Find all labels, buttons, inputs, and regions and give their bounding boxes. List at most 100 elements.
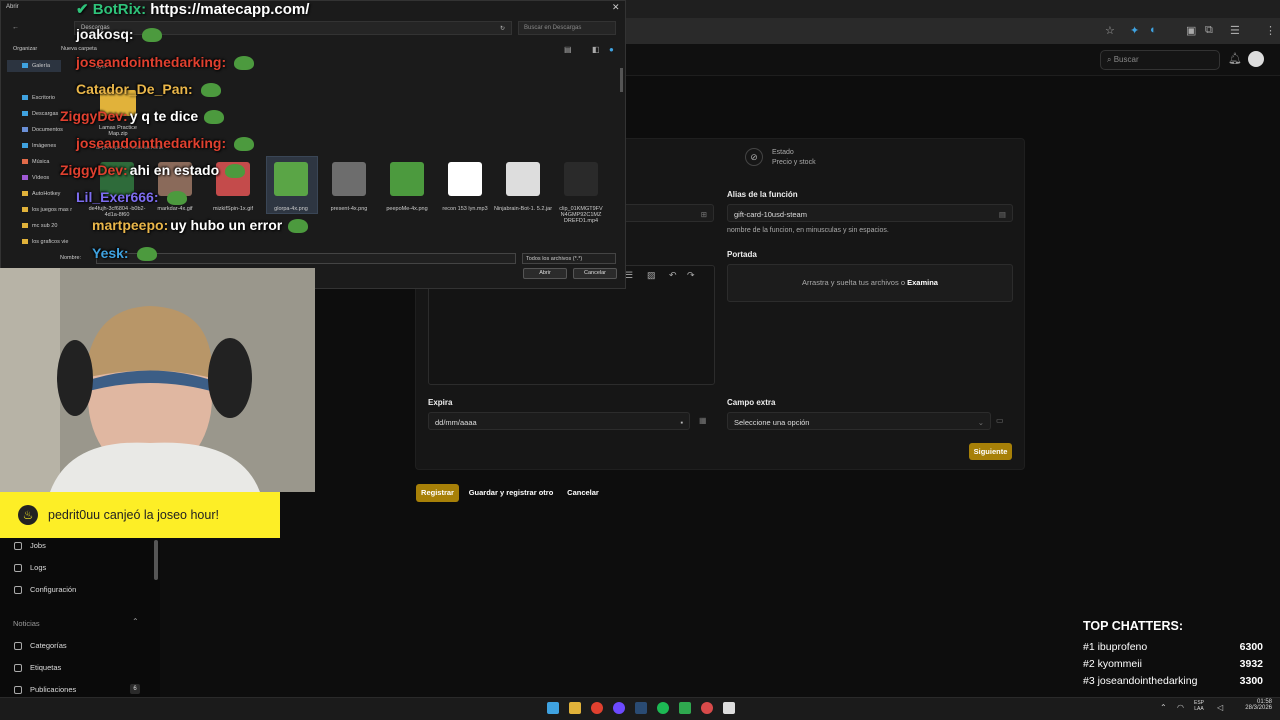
tree-item[interactable]: Escritorio xyxy=(22,95,55,101)
file-name[interactable]: markdar-4x.gif xyxy=(145,206,205,212)
puzzle-icon[interactable]: ⧉ xyxy=(1205,24,1213,37)
tree-item[interactable]: Documentos xyxy=(22,127,63,133)
file-name[interactable]: glorpa-4x.png xyxy=(261,206,321,212)
emote-icon xyxy=(141,28,162,43)
sidebar-item-configuracion[interactable]: Configuración xyxy=(14,585,76,594)
chat-message: Yesk: xyxy=(92,245,157,262)
redo-icon[interactable]: ↷ xyxy=(687,270,695,281)
extension-icon[interactable]: ▣ xyxy=(1186,24,1196,37)
dialog-scrollbar[interactable] xyxy=(620,68,623,92)
dialog-cancel-button[interactable]: Cancelar xyxy=(573,268,617,279)
extension-icon[interactable]: ◐ xyxy=(1150,24,1157,36)
file-name[interactable]: recon 153 lyn.mp3 xyxy=(435,206,495,212)
search-input[interactable]: ⌕ Buscar xyxy=(1100,50,1220,70)
view-icon[interactable]: ▤ xyxy=(564,45,572,54)
windows-start-icon[interactable] xyxy=(547,702,559,714)
tree-item[interactable]: mc sub 20 xyxy=(22,223,57,229)
file-thumbnail[interactable] xyxy=(390,162,424,196)
sidebar-item-categorias[interactable]: Categorías xyxy=(14,641,67,650)
images-icon xyxy=(22,143,28,149)
sidebar-item-publicaciones[interactable]: Publicaciones xyxy=(14,685,76,694)
register-button[interactable]: Registrar xyxy=(416,484,459,502)
sidebar-section-noticias[interactable]: Noticias xyxy=(13,619,40,628)
file-type-select[interactable]: Todos los archivos (*.*) xyxy=(522,253,616,264)
sidebar-item-etiquetas[interactable]: Etiquetas xyxy=(14,663,61,672)
app-icon[interactable] xyxy=(701,702,713,714)
file-name[interactable]: clip_01KMGT9FV N4GMP92C1MZ DREFD1.mp4 xyxy=(551,206,611,224)
avatar[interactable] xyxy=(1248,51,1264,67)
clock[interactable]: 01:58 28/3/2026 xyxy=(1236,699,1272,711)
app-icon[interactable] xyxy=(723,702,735,714)
step-estado-title: Estado xyxy=(772,149,794,156)
dialog-search-input[interactable]: Buscar en Descargas xyxy=(518,21,616,35)
close-icon[interactable]: ✕ xyxy=(612,2,620,13)
chevron-up-icon[interactable]: ⌃ xyxy=(1160,703,1167,712)
chat-message-text: ahi en estado xyxy=(129,162,220,178)
tree-item[interactable]: los graficos vie xyxy=(22,239,68,245)
language-indicator[interactable]: ESP LAA xyxy=(1194,700,1204,712)
open-button[interactable]: Abrir xyxy=(523,268,567,279)
more-icon[interactable]: ⋮ xyxy=(1265,24,1276,37)
tree-item[interactable]: los juegos mas r xyxy=(22,207,72,213)
chrome-icon[interactable] xyxy=(591,702,603,714)
portada-browse-link[interactable]: Examina xyxy=(907,278,938,287)
steam-icon[interactable] xyxy=(635,702,647,714)
wifi-icon[interactable]: ◠ xyxy=(1177,703,1184,712)
help-icon[interactable]: ● xyxy=(609,45,614,54)
file-name[interactable]: mizkifSpin-1x.gif xyxy=(203,206,263,212)
image-icon[interactable]: ▨ xyxy=(647,270,656,281)
spotify-icon[interactable] xyxy=(657,702,669,714)
back-icon[interactable]: ← xyxy=(12,24,19,31)
file-thumbnail[interactable] xyxy=(274,162,308,196)
tree-item[interactable]: Música xyxy=(22,159,49,165)
discord-icon[interactable] xyxy=(613,702,625,714)
bell-icon[interactable]: 🔔︎ xyxy=(1228,52,1242,65)
sidebar-item-logs[interactable]: Logs xyxy=(14,563,46,572)
expira-date-input[interactable]: dd/mm/aaaa ▪ xyxy=(428,412,690,430)
tree-item[interactable]: Descargas xyxy=(22,111,58,117)
chevron-up-icon[interactable]: ⌃ xyxy=(132,617,139,626)
file-thumbnail[interactable] xyxy=(564,162,598,196)
document-icon xyxy=(14,685,22,694)
file-thumbnail[interactable] xyxy=(332,162,366,196)
emote-icon xyxy=(225,164,246,179)
next-button[interactable]: Siguiente xyxy=(969,443,1012,460)
organize-button[interactable]: Organizar xyxy=(13,46,37,52)
file-name[interactable]: peepoMe-4x.png xyxy=(377,206,437,212)
file-name[interactable]: Ninjabrain-Bot-1. 5.2.jar xyxy=(493,206,553,212)
extension-icon[interactable]: ✦ xyxy=(1130,24,1139,37)
tree-item[interactable]: Vídeos xyxy=(22,175,49,181)
refresh-icon[interactable]: ↻ xyxy=(500,25,505,32)
campo-extra-select[interactable]: Seleccione una opción ⌄ xyxy=(727,412,991,430)
star-icon[interactable]: ☆ xyxy=(1105,24,1115,37)
portada-dropzone[interactable]: Arrastra y suelta tus archivos o Examina xyxy=(727,264,1013,302)
emote-icon xyxy=(234,56,255,71)
sidebar-scrollbar[interactable] xyxy=(154,540,158,580)
tree-item[interactable]: AutoHotkey xyxy=(22,191,60,197)
copy-icon[interactable]: ▤ xyxy=(999,210,1006,219)
calendar-icon[interactable]: ▦ xyxy=(699,416,707,425)
preview-pane-icon[interactable]: ◧ xyxy=(592,45,600,54)
speaker-icon[interactable]: ◁ xyxy=(1217,703,1223,712)
chat-username: ZiggyDev: xyxy=(60,108,128,124)
folder-icon[interactable]: ▭ xyxy=(996,416,1004,425)
undo-icon[interactable]: ↶ xyxy=(669,270,677,281)
list-icon[interactable]: ☰ xyxy=(625,270,633,281)
filename-input[interactable] xyxy=(96,253,516,264)
app-icon[interactable] xyxy=(679,702,691,714)
tree-item[interactable]: Imágenes xyxy=(22,143,56,149)
cancel-button[interactable]: Cancelar xyxy=(563,484,603,502)
chat-message: ZiggyDev: y q te dice xyxy=(60,108,225,125)
save-and-register-other-button[interactable]: Guardar y registrar otro xyxy=(465,484,557,502)
sidebar-item-jobs[interactable]: Jobs xyxy=(14,541,46,550)
alias-input[interactable]: gift-card-10usd-steam ▤ xyxy=(727,204,1013,222)
tree-item[interactable]: Galería xyxy=(22,63,50,69)
new-folder-button[interactable]: Nueva carpeta xyxy=(61,46,97,52)
menu-icon[interactable]: ☰ xyxy=(1230,24,1240,37)
file-thumbnail[interactable] xyxy=(448,162,482,196)
file-name[interactable]: present-4x.png xyxy=(319,206,379,212)
file-thumbnail[interactable] xyxy=(506,162,540,196)
file-explorer-icon[interactable] xyxy=(569,702,581,714)
chat-message: martpeepo: uy hubo un error xyxy=(92,217,309,234)
calendar-icon[interactable]: ▪ xyxy=(680,418,683,427)
